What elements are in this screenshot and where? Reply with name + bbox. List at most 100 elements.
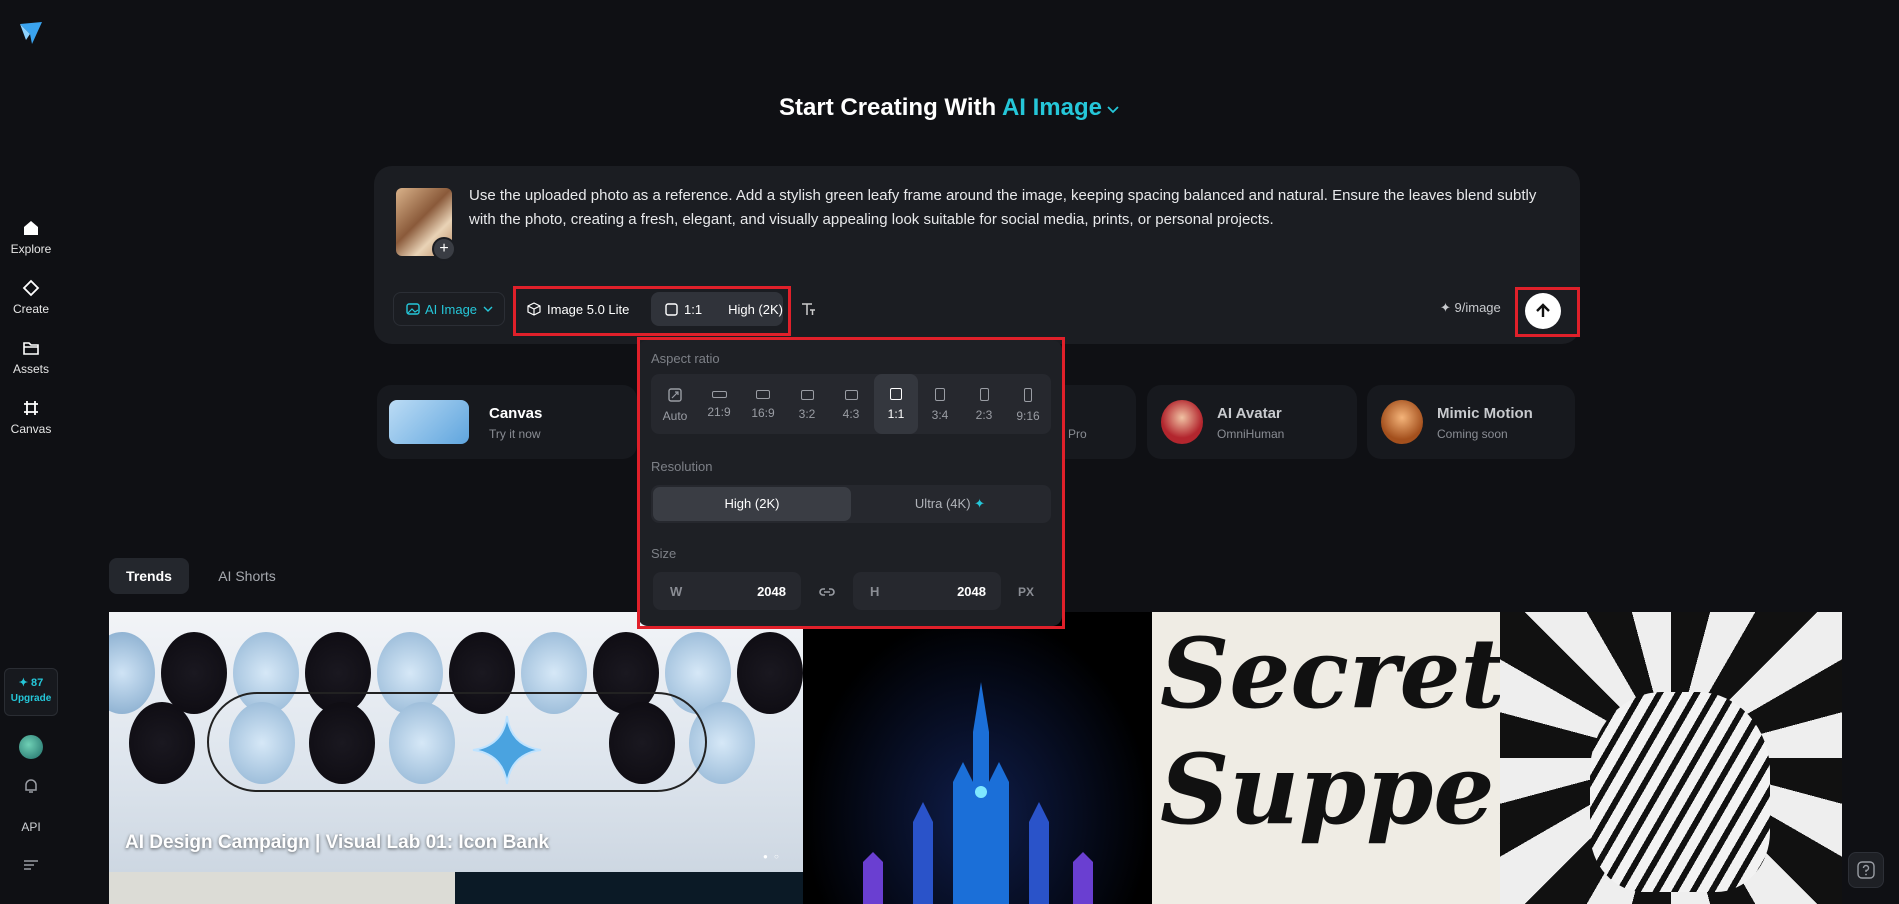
tiger-artwork [1590, 692, 1770, 892]
auto-ratio-icon [668, 388, 682, 402]
app-logo-icon[interactable] [18, 20, 44, 46]
tab-trends[interactable]: Trends [109, 558, 189, 594]
generate-button[interactable] [1525, 293, 1561, 329]
ratio-resolution-button[interactable]: 1:1 High (2K) [651, 292, 783, 326]
square-ratio-icon [665, 302, 678, 316]
sidebar-item-explore[interactable]: Explore [0, 218, 62, 256]
ratio-option-3-4[interactable]: 3:4 [918, 374, 962, 434]
feature-title: AI Avatar [1217, 405, 1282, 422]
feature-title: Canvas [489, 405, 543, 422]
feature-card-ai-avatar[interactable]: AI Avatar OmniHuman [1147, 385, 1357, 459]
api-link[interactable]: API [0, 820, 62, 834]
castle-artwork [863, 682, 1093, 904]
gallery-card-icon-bank[interactable]: AI Design Campaign | Visual Lab 01: Icon… [109, 612, 803, 872]
premium-sparkle-icon: ✦ [974, 496, 986, 511]
ratio-option-label: 16:9 [751, 406, 775, 420]
add-image-button[interactable]: + [432, 237, 456, 261]
sidebar-item-assets[interactable]: Assets [0, 338, 62, 376]
resolution-option-label: Ultra (4K) [914, 496, 971, 511]
ratio-shape-icon [800, 390, 814, 400]
sidebar-item-create[interactable]: Create [0, 278, 62, 316]
resolution-label: High (2K) [728, 301, 783, 317]
ratio-shape-icon [1024, 388, 1032, 402]
height-input[interactable]: H 2048 [853, 572, 1001, 610]
chevron-down-icon [1107, 106, 1119, 114]
prompt-input[interactable]: Use the uploaded photo as a reference. A… [469, 184, 1561, 232]
link-icon[interactable] [817, 582, 837, 602]
text-icon [802, 303, 815, 315]
feature-subtitle: Coming soon [1437, 427, 1508, 441]
poster-text-line2: Supper [1160, 733, 1500, 846]
resolution-option-ultra[interactable]: Ultra (4K) ✦ [851, 487, 1049, 521]
height-value: 2048 [957, 584, 986, 599]
size-label: Size [651, 546, 677, 561]
ratio-option-label: Auto [662, 409, 688, 423]
ratio-shape-icon [935, 388, 945, 401]
canvas-thumbnail [389, 400, 469, 444]
gallery-card-dark[interactable] [455, 872, 803, 904]
cost-per-image: ✦ 9/image [1440, 300, 1501, 315]
gallery-card-secret-supper[interactable]: Secret Supper [1152, 612, 1500, 904]
ratio-shape-icon [979, 388, 989, 401]
gallery-card-sketch[interactable] [109, 872, 455, 904]
carousel-dots[interactable]: ● ○ [763, 852, 781, 861]
ratio-option-16-9[interactable]: 16:9 [741, 374, 785, 434]
ratio-option-21-9[interactable]: 21:9 [697, 374, 741, 434]
ratio-option-label: 4:3 [842, 407, 860, 421]
sidebar-item-label: Canvas [10, 422, 52, 436]
bell-icon[interactable] [22, 777, 40, 795]
help-button[interactable] [1848, 852, 1884, 888]
gallery-card-tiger[interactable] [1500, 612, 1842, 904]
ratio-label: 1:1 [684, 301, 703, 317]
feature-card-canvas[interactable]: Canvas Try it now [377, 385, 637, 459]
sidebar-item-label: Assets [12, 362, 49, 376]
ratio-option-4-3[interactable]: 4:3 [829, 374, 873, 434]
ratio-option-label: 21:9 [707, 405, 731, 419]
height-key: H [870, 584, 880, 599]
gallery-caption: AI Design Campaign | Visual Lab 01: Icon… [125, 832, 550, 853]
resolution-label: Resolution [651, 459, 713, 474]
sidebar-item-canvas[interactable]: Canvas [0, 398, 62, 436]
width-input[interactable]: W 2048 [653, 572, 801, 610]
menu-icon[interactable] [23, 858, 39, 872]
ratio-option-2-3[interactable]: 2:3 [962, 374, 1006, 434]
ratio-option-label: 3:4 [931, 408, 949, 422]
poster-text-line1: Secret [1160, 617, 1500, 730]
text-style-button[interactable] [793, 292, 823, 326]
tab-ai-shorts[interactable]: AI Shorts [207, 558, 287, 594]
ratio-shape-icon [711, 391, 727, 398]
ratio-option-9-16[interactable]: 9:16 [1006, 374, 1050, 434]
feature-subtitle: 5 Pro [1058, 427, 1087, 441]
resolution-option-high[interactable]: High (2K) [653, 487, 851, 521]
mode-select-label: AI Image [425, 301, 478, 317]
mode-select-button[interactable]: AI Image [393, 292, 505, 326]
cube-icon [527, 302, 541, 316]
feature-subtitle: Try it now [489, 427, 541, 441]
ratio-option-auto[interactable]: Auto [653, 374, 697, 434]
sidebar-item-label: Create [12, 302, 50, 316]
ratio-option-label: 1:1 [887, 407, 905, 421]
feature-card-mimic-motion[interactable]: Mimic Motion Coming soon [1367, 385, 1575, 459]
size-unit: PX [1018, 585, 1035, 599]
avatar[interactable] [19, 735, 43, 759]
sidebar-item-label: Explore [10, 242, 52, 256]
feature-title: Mimic Motion [1437, 405, 1533, 422]
avatar-thumbnail [1161, 400, 1203, 444]
ratio-option-3-2[interactable]: 3:2 [785, 374, 829, 434]
mode-switcher[interactable]: AI Image [1002, 94, 1120, 121]
sidebar: Explore Create Assets Canvas ✦ 87 Upgrad… [0, 0, 62, 904]
image-icon [406, 303, 420, 315]
ratio-option-label: 9:16 [1016, 409, 1040, 423]
ratio-option-1-1[interactable]: 1:1 [874, 374, 918, 434]
ratio-option-label: 3:2 [798, 407, 816, 421]
credits-count: ✦ 87 [18, 677, 44, 689]
ratio-option-label: 2:3 [975, 408, 993, 422]
mimic-thumbnail [1381, 400, 1423, 444]
credits-upgrade-button[interactable]: ✦ 87 Upgrade [4, 668, 58, 716]
width-value: 2048 [757, 584, 786, 599]
model-select-button[interactable]: Image 5.0 Lite [521, 292, 645, 326]
ratio-shape-icon [844, 390, 858, 400]
diamond-icon [22, 279, 40, 297]
gallery-card-castle[interactable] [803, 612, 1152, 904]
canvas-icon [24, 401, 38, 415]
